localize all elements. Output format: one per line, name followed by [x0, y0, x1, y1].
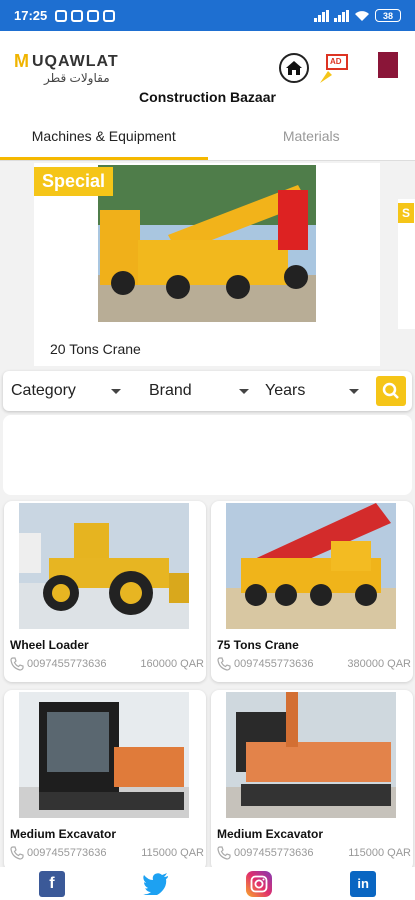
signal-icon: [334, 9, 349, 22]
tab-machines-equipment[interactable]: Machines & Equipment: [0, 115, 208, 160]
listing-card[interactable]: 75 Tons Crane 0097455773636 380000 QAR: [211, 501, 413, 682]
listing-phone[interactable]: 0097455773636: [234, 658, 314, 670]
featured-carousel[interactable]: 20 Tons Crane Special S: [0, 163, 415, 368]
notification-icons: [55, 9, 116, 22]
phone-icon: [10, 657, 24, 671]
next-featured-card[interactable]: S: [398, 199, 415, 329]
chevron-down-icon: [111, 388, 121, 394]
listing-price: 115000 QAR: [348, 847, 411, 859]
chevron-down-icon: [349, 388, 359, 394]
chevron-down-icon: [239, 388, 249, 394]
notification-icon: [103, 9, 116, 22]
filter-bar: Category Brand Years: [3, 371, 412, 411]
listing-phone[interactable]: 0097455773636: [234, 847, 314, 859]
crane-photo: [98, 165, 316, 322]
brand-select[interactable]: Brand: [141, 382, 257, 400]
empty-banner-area: [3, 415, 412, 495]
listing-price: 160000 QAR: [140, 658, 204, 670]
instagram-icon[interactable]: [246, 870, 273, 897]
app-header: M UQAWLAT مقاولات قطر AD Construction Baz…: [0, 31, 415, 115]
listing-card[interactable]: Medium Excavator 0097455773636 115000 QA…: [4, 690, 206, 871]
listing-phone[interactable]: 0097455773636: [27, 658, 107, 670]
listing-card[interactable]: Wheel Loader 0097455773636 160000 QAR: [4, 501, 206, 682]
special-badge: Special: [34, 167, 114, 196]
logo-text: UQAWLAT: [32, 52, 119, 70]
phone-icon: [217, 846, 231, 860]
featured-card[interactable]: 20 Tons Crane Special: [34, 163, 380, 366]
wheel-loader-photo: [19, 503, 189, 629]
special-badge: S: [398, 203, 415, 223]
listing-phone[interactable]: 0097455773636: [27, 847, 107, 859]
status-time: 17:25: [14, 8, 48, 23]
linkedin-icon[interactable]: in: [350, 870, 377, 897]
wifi-icon: [355, 10, 369, 21]
crane-photo: [226, 503, 396, 629]
notification-icon: [87, 9, 100, 22]
home-button[interactable]: [279, 53, 309, 83]
category-label: Category: [11, 382, 76, 399]
status-bar: 17:25 38: [0, 0, 415, 31]
notification-icon: [71, 9, 84, 22]
logo-arabic: مقاولات قطر: [44, 71, 110, 85]
facebook-icon[interactable]: f: [38, 870, 65, 897]
phone-icon: [10, 846, 24, 860]
logo-mark: M: [14, 51, 30, 71]
logo[interactable]: M UQAWLAT مقاولات قطر: [14, 51, 119, 85]
search-icon: [382, 382, 399, 399]
search-button[interactable]: [376, 376, 406, 406]
post-ad-button[interactable]: AD: [318, 53, 350, 87]
tab-materials[interactable]: Materials: [208, 115, 415, 160]
listing-card[interactable]: Medium Excavator 0097455773636 115000 QA…: [211, 690, 413, 871]
excavator-photo: [19, 692, 189, 818]
social-bar: f in: [0, 867, 415, 900]
twitter-icon[interactable]: [142, 871, 169, 897]
brand-label: Brand: [149, 382, 192, 399]
years-label: Years: [265, 382, 306, 399]
listing-name: Medium Excavator: [10, 827, 117, 841]
signal-icon: [314, 9, 329, 22]
listing-price: 380000 QAR: [347, 658, 411, 670]
featured-caption: 20 Tons Crane: [50, 341, 141, 357]
page-title: Construction Bazaar: [139, 89, 276, 105]
listing-name: Wheel Loader: [10, 638, 89, 652]
excavator-photo: [226, 692, 396, 818]
years-select[interactable]: Years: [257, 382, 367, 400]
listing-price: 115000 QAR: [141, 847, 204, 859]
category-select[interactable]: Category: [3, 382, 129, 400]
category-tabs: Machines & Equipment Materials: [0, 115, 415, 161]
listing-name: 75 Tons Crane: [217, 638, 299, 652]
phone-icon: [217, 657, 231, 671]
listing-name: Medium Excavator: [217, 827, 324, 841]
qatar-flag-language-button[interactable]: [370, 52, 398, 78]
ad-label: AD: [330, 57, 342, 66]
home-icon: [286, 61, 302, 75]
notification-icon: [55, 9, 68, 22]
battery-icon: 38: [375, 9, 401, 22]
